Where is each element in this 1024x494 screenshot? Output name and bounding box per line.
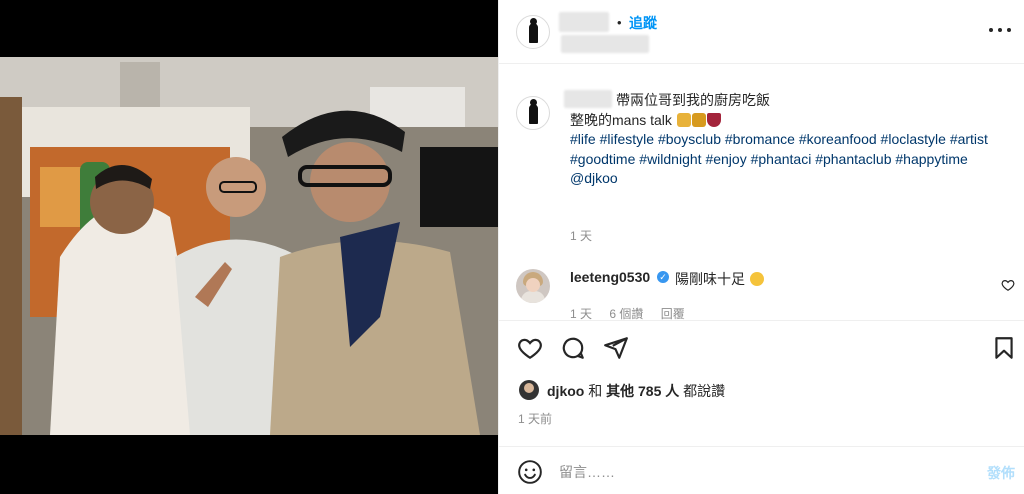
heart-icon[interactable] <box>517 335 543 361</box>
hashtag-list: #life #lifestyle #boysclub #bromance #ko… <box>570 130 990 169</box>
hashtag-link[interactable]: #goodtime <box>570 151 635 167</box>
share-icon[interactable] <box>603 335 629 361</box>
verified-badge-icon: ✓ <box>657 271 669 283</box>
hashtag-link[interactable]: #happytime <box>895 151 967 167</box>
hashtag-link[interactable]: #bromance <box>725 131 795 147</box>
comment-icon[interactable] <box>560 335 586 361</box>
caption-author-avatar[interactable] <box>516 96 550 130</box>
hashtag-link[interactable]: #loclastyle <box>881 131 946 147</box>
caption-line-1: 帶兩位哥到我的廚房吃飯 <box>616 92 770 108</box>
commenter-avatar[interactable] <box>516 269 550 303</box>
comment-composer: 發佈 <box>499 446 1024 494</box>
liker-avatar[interactable] <box>519 380 539 400</box>
hashtag-link[interactable]: #enjoy <box>705 151 746 167</box>
post-comment-button[interactable]: 發佈 <box>987 463 1015 483</box>
author-username-blurred[interactable] <box>559 12 609 32</box>
photo-panel <box>0 0 498 494</box>
post-header: • 追蹤 <box>499 0 1024 64</box>
post-photo-image <box>0 57 498 435</box>
caption-text: 帶兩位哥到我的廚房吃飯 整晚的mans talk #life #lifestyl… <box>570 91 990 189</box>
post-timestamp[interactable]: 1 天前 <box>518 410 552 427</box>
hashtag-link[interactable]: #artist <box>950 131 988 147</box>
hashtag-link[interactable]: #phantaci <box>751 151 812 167</box>
bookmark-icon[interactable] <box>991 335 1017 361</box>
more-options-icon[interactable] <box>989 20 1011 40</box>
likes-count[interactable]: 其他 785 人 <box>606 383 679 399</box>
separator-dot: • <box>617 15 622 30</box>
hashtag-link[interactable]: #life <box>570 131 596 147</box>
mention-link[interactable]: @djkoo <box>570 170 618 186</box>
beer-emoji <box>691 112 706 127</box>
caption-timestamp[interactable]: 1 天 <box>570 227 592 244</box>
post-photo[interactable] <box>0 57 498 435</box>
comment-like-heart-icon[interactable] <box>1001 278 1015 292</box>
action-bar <box>499 320 1024 376</box>
likes-text: djkoo 和 其他 785 人 都說讚 <box>547 383 726 399</box>
likes-summary: djkoo 和 其他 785 人 都說讚 <box>499 376 1024 406</box>
follow-button[interactable]: 追蹤 <box>629 13 657 33</box>
comment-reply-button[interactable]: 回覆 <box>661 307 685 321</box>
comment-text: 陽剛味十足 <box>675 269 764 289</box>
hashtag-link[interactable]: #phantaclub <box>815 151 891 167</box>
emoji-picker-icon[interactable] <box>517 459 543 485</box>
location-blurred <box>561 35 649 53</box>
hashtag-link[interactable]: #lifestyle <box>600 131 654 147</box>
comment-input[interactable] <box>559 461 949 483</box>
hashtag-link[interactable]: #koreanfood <box>799 131 877 147</box>
author-avatar[interactable] <box>516 15 550 49</box>
comment-timestamp: 1 天 <box>570 307 593 321</box>
hashtag-link[interactable]: #wildnight <box>639 151 701 167</box>
grin-emoji <box>749 272 764 286</box>
wine-emoji <box>706 112 721 127</box>
beer-emoji <box>676 112 691 127</box>
instagram-post-modal: • 追蹤 帶兩位哥到我的廚房吃飯 整晚的mans talk #life #lif… <box>0 0 1024 494</box>
liker-username[interactable]: djkoo <box>547 383 584 399</box>
comment-item: leeteng0530 ✓ 陽剛味十足 1 天 6 個讚 回覆 <box>499 266 1024 321</box>
post-side-panel: • 追蹤 帶兩位哥到我的廚房吃飯 整晚的mans talk #life #lif… <box>498 0 1024 494</box>
hashtag-link[interactable]: #boysclub <box>658 131 721 147</box>
commenter-username[interactable]: leeteng0530 <box>570 269 650 285</box>
caption-line-2: 整晚的mans talk <box>570 111 990 131</box>
comment-likes-count[interactable]: 6 個讚 <box>609 307 643 321</box>
